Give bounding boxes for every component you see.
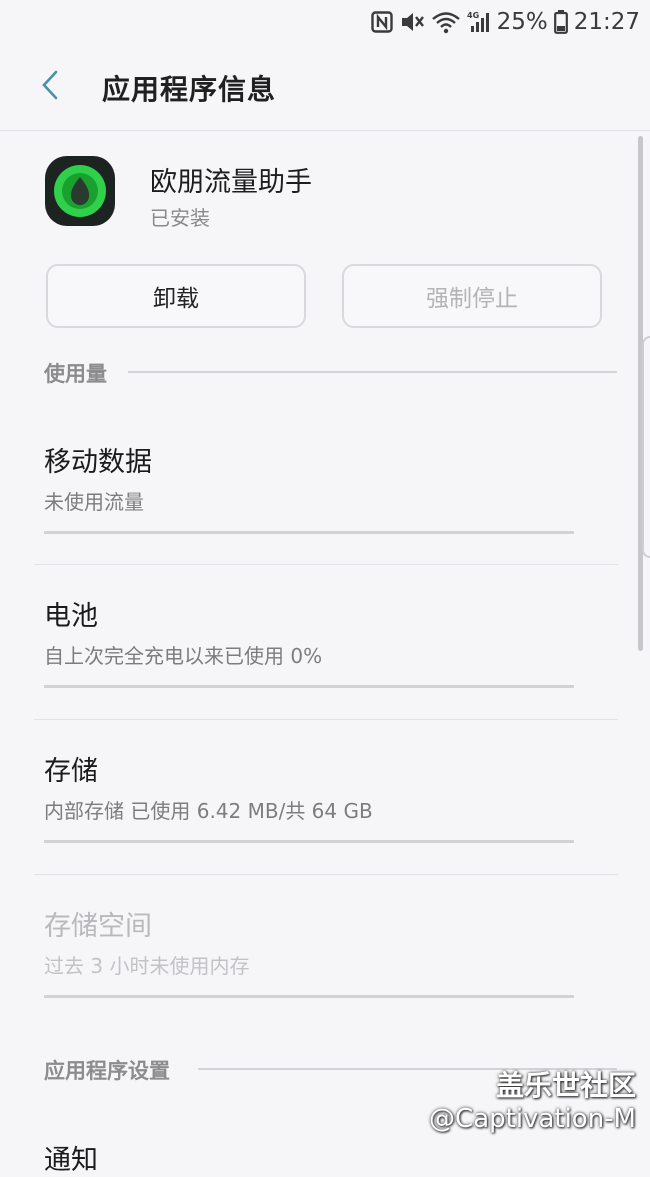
nfc-icon — [370, 11, 393, 33]
force-stop-button[interactable]: 强制停止 — [342, 264, 602, 328]
usage-bar — [44, 685, 574, 688]
usage-bar — [44, 531, 574, 534]
item-title: 移动数据 — [44, 447, 152, 478]
watermark-handle: @Captivation-M — [429, 1104, 636, 1134]
usage-bar — [44, 840, 574, 843]
list-item-mobile-data[interactable]: 移动数据 未使用流量 — [0, 440, 650, 590]
section-header-usage: 使用量 — [44, 362, 107, 386]
app-bar: 应用程序信息 — [0, 44, 650, 131]
battery-percent: 25% — [496, 9, 548, 35]
list-item-storage[interactable]: 存储 内部存储 已使用 6.42 MB/共 64 GB — [0, 749, 650, 899]
list-item-notifications[interactable]: 通知 — [44, 1138, 98, 1177]
mute-icon — [399, 10, 425, 34]
section-header-app-settings: 应用程序设置 — [44, 1059, 170, 1083]
item-title: 存储空间 — [44, 911, 152, 942]
back-button[interactable] — [26, 62, 74, 112]
page-title: 应用程序信息 — [102, 73, 277, 106]
app-icon — [44, 155, 116, 227]
app-name: 欧朋流量助手 — [150, 167, 312, 198]
status-icons: 4G 25% 21:27 — [370, 6, 640, 38]
app-header: 欧朋流量助手 已安装 — [0, 150, 650, 240]
divider — [34, 564, 618, 565]
app-install-status: 已安装 — [150, 206, 210, 230]
item-title: 电池 — [44, 601, 98, 632]
edge-panel-handle[interactable] — [642, 336, 650, 558]
signal-4g-icon: 4G — [467, 10, 491, 34]
svg-text:4G: 4G — [467, 11, 479, 20]
battery-icon — [553, 10, 568, 34]
list-item-battery[interactable]: 电池 自上次完全充电以来已使用 0% — [0, 594, 650, 744]
clock: 21:27 — [573, 9, 640, 35]
usage-bar — [44, 995, 574, 998]
divider — [34, 874, 618, 875]
item-subtitle: 内部存储 已使用 6.42 MB/共 64 GB — [44, 799, 373, 823]
wifi-icon — [431, 10, 461, 34]
status-bar: 4G 25% 21:27 — [0, 0, 650, 44]
item-title: 存储 — [44, 756, 98, 787]
uninstall-button[interactable]: 卸载 — [46, 264, 306, 328]
divider — [34, 719, 618, 720]
section-divider — [128, 371, 617, 373]
item-subtitle: 过去 3 小时未使用内存 — [44, 954, 250, 978]
watermark-title: 盖乐世社区 — [495, 1069, 636, 1102]
list-item-memory: 存储空间 过去 3 小时未使用内存 — [0, 904, 650, 1054]
item-subtitle: 自上次完全充电以来已使用 0% — [44, 644, 323, 668]
chevron-left-icon — [40, 69, 60, 105]
item-subtitle: 未使用流量 — [44, 490, 144, 514]
